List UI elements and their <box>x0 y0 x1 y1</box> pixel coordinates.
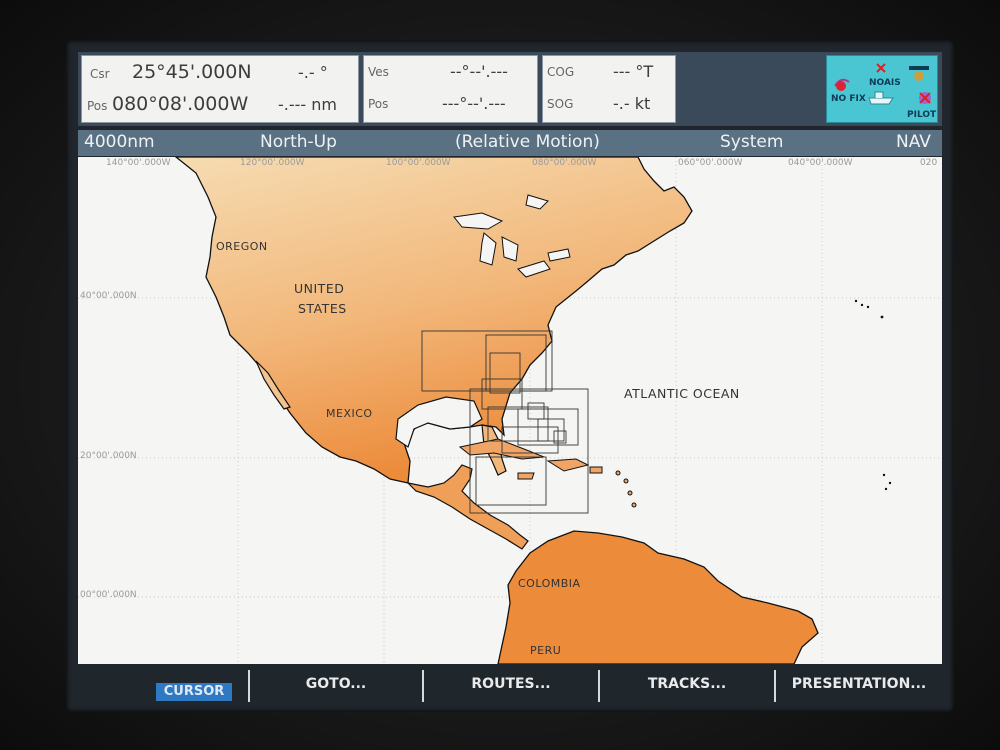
chart-map <box>78 157 942 664</box>
radar-dome-icon <box>909 66 929 81</box>
pos-label: Pos <box>87 99 108 113</box>
data-bar: Csr 25°45'.000N -.- ° Pos 080°08'.000W -… <box>78 52 942 126</box>
tracks-softkey[interactable]: TRACKS... <box>600 666 774 706</box>
cursor-bearing: -.- ° <box>298 63 328 82</box>
motion-mode[interactable]: (Relative Motion) <box>455 132 600 152</box>
united-label: UNITED <box>294 281 345 296</box>
cursor-range: -.--- nm <box>278 95 337 114</box>
lat-20-label: 20°00'.000N <box>80 451 137 461</box>
vessel-position-box[interactable]: Ves --°--'.--- Pos ---°--'.--- <box>363 55 538 123</box>
ves-label: Ves <box>368 65 389 79</box>
peru-label: PERU <box>530 644 562 657</box>
csr-label: Csr <box>90 67 110 81</box>
north-america-landmass <box>174 157 693 484</box>
cog-value: --- °T <box>613 62 654 81</box>
cursor-position-box[interactable]: Csr 25°45'.000N -.- ° Pos 080°08'.000W -… <box>81 55 359 123</box>
cog-label: COG <box>547 65 575 79</box>
ves-pos-label: Pos <box>368 97 389 111</box>
nautical-chart[interactable]: 140°00'.000W 120°00'.000W 100°00'.000W 0… <box>78 157 942 664</box>
pilot-label: PILOT <box>907 110 937 120</box>
lon-040-label: 040°00'.000W <box>788 158 853 168</box>
lat-00-label: 00°00'.000N <box>80 590 137 600</box>
colombia-label: COLOMBIA <box>518 577 581 590</box>
states-label: STATES <box>298 301 347 316</box>
range-scale[interactable]: 4000nm <box>84 132 155 152</box>
lon-120-label: 120°00'.000W <box>240 158 305 168</box>
atlantic-ocean-label: ATLANTIC OCEAN <box>624 386 740 401</box>
boat-icon <box>868 91 894 105</box>
lon-140-label: 140°00'.000W <box>106 158 171 168</box>
softkey-bar: CURSOR GOTO... ROUTES... TRACKS... PRESE… <box>78 666 942 706</box>
lon-100-label: 100°00'.000W <box>386 158 451 168</box>
lon-020-label: 020 <box>920 158 938 168</box>
mexico-label: MEXICO <box>326 407 373 420</box>
cursor-longitude: 080°08'.000W <box>112 93 249 115</box>
cursor-latitude: 25°45'.000N <box>132 61 252 83</box>
orientation-mode[interactable]: North-Up <box>260 132 337 152</box>
atlantic-islands <box>854 299 892 491</box>
ais-cross-icon <box>876 63 886 73</box>
sog-value: -.- kt <box>613 94 651 113</box>
lon-080-label: 080°00'.000W <box>532 158 597 168</box>
lon-060-label: 060°00'.000W <box>678 158 743 168</box>
caribbean-islands <box>458 438 637 508</box>
gps-satellite-icon <box>834 78 850 91</box>
no-ais-label: NOAIS <box>869 78 901 88</box>
nav-mode[interactable]: NAV <box>896 132 931 152</box>
pilot-cross-icon <box>919 92 931 104</box>
oregon-label: OREGON <box>216 240 268 253</box>
system-mode[interactable]: System <box>720 132 783 152</box>
sog-label: SOG <box>547 97 574 111</box>
vessel-longitude: ---°--'.--- <box>442 94 506 113</box>
chartplotter-screen: Csr 25°45'.000N -.- ° Pos 080°08'.000W -… <box>66 40 954 712</box>
cog-sog-box[interactable]: COG --- °T SOG -.- kt <box>542 55 676 123</box>
vessel-latitude: --°--'.--- <box>450 62 508 81</box>
goto-softkey[interactable]: GOTO... <box>250 666 422 706</box>
routes-softkey[interactable]: ROUTES... <box>424 666 598 706</box>
presentation-softkey[interactable]: PRESENTATION... <box>776 666 942 706</box>
cursor-softkey[interactable]: CURSOR <box>156 683 232 701</box>
central-america <box>406 464 529 550</box>
chart-title-bar: 4000nm North-Up (Relative Motion) System… <box>78 130 942 156</box>
no-fix-label: NO FIX <box>831 94 866 104</box>
status-panel[interactable]: NO FIX NOAIS PILOT <box>826 55 938 123</box>
lat-40-label: 40°00'.000N <box>80 291 137 301</box>
